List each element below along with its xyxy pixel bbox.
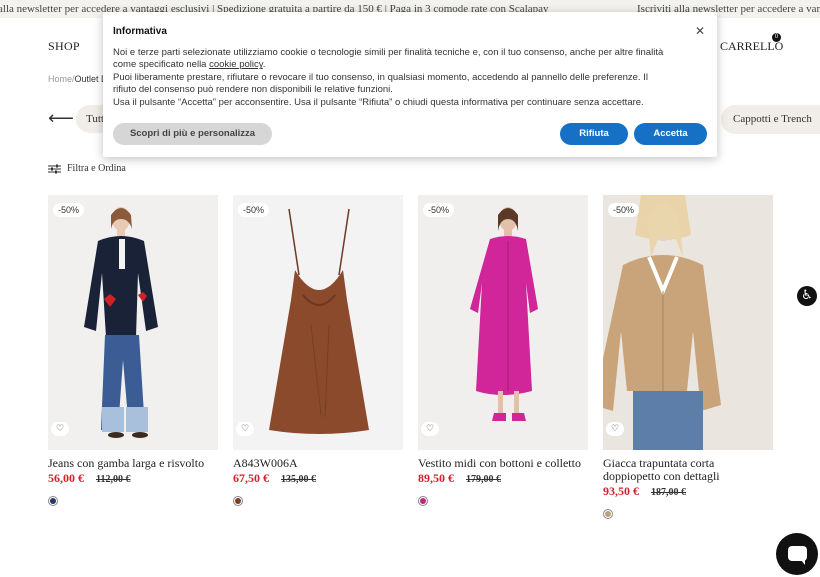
cookie-consent-dialog: Informativa ✕ Noi e terze parti selezion… <box>103 12 717 157</box>
product-name[interactable]: A843W006A <box>233 457 403 470</box>
product-card[interactable]: -50% ♡ Giacca trapuntata corta doppiopet… <box>603 195 773 519</box>
sale-price: 67,50 € <box>233 471 269 485</box>
original-price: 135,00 € <box>281 474 316 485</box>
product-prices: 93,50 € 187,00 € <box>603 484 773 499</box>
breadcrumb-home[interactable]: Home <box>48 74 72 84</box>
product-name[interactable]: Giacca trapuntata corta doppiopetto con … <box>603 457 773 483</box>
heart-icon[interactable]: ♡ <box>51 422 69 436</box>
shop-menu-link[interactable]: SHOP <box>48 39 80 54</box>
cookie-policy-link[interactable]: cookie policy <box>209 59 263 70</box>
breadcrumb: Home/Outlet D <box>48 74 108 84</box>
color-swatch[interactable] <box>418 496 428 506</box>
product-prices: 56,00 € 112,00 € <box>48 471 218 486</box>
cookie-dialog-title: Informativa <box>113 26 167 37</box>
cookie-text-line3: Usa il pulsante “Accetta” per acconsenti… <box>113 96 644 108</box>
product-image[interactable]: -50% ♡ <box>603 195 773 450</box>
product-image[interactable]: -50% ♡ <box>233 195 403 450</box>
product-image[interactable]: -50% ♡ <box>418 195 588 450</box>
sale-price: 93,50 € <box>603 484 639 498</box>
cookie-text-line2: Puoi liberamente prestare, rifiutare o r… <box>113 71 648 96</box>
product-photo-dress <box>269 208 369 434</box>
product-photo-jeans <box>84 207 158 438</box>
discount-badge: -50% <box>53 203 85 217</box>
product-name[interactable]: Vestito midi con bottoni e colletto <box>418 457 588 470</box>
close-icon[interactable]: ✕ <box>695 24 705 38</box>
reject-button[interactable]: Rifiuta <box>560 123 628 145</box>
product-prices: 67,50 € 135,00 € <box>233 471 403 486</box>
cookie-text-line1-end: . <box>262 59 266 71</box>
chat-button[interactable] <box>776 533 818 575</box>
discount-badge: -50% <box>608 203 640 217</box>
product-photo-pink-dress <box>470 207 538 421</box>
original-price: 179,00 € <box>466 474 501 485</box>
heart-icon[interactable]: ♡ <box>606 422 624 436</box>
accessibility-icon[interactable]: ♿ <box>797 286 817 306</box>
filter-sort-button[interactable]: Filtra e Ordina <box>48 163 126 174</box>
product-image[interactable]: -50% ♡ <box>48 195 218 450</box>
sale-price: 56,00 € <box>48 471 84 485</box>
color-swatch[interactable] <box>233 496 243 506</box>
product-card[interactable]: -50% ♡ Vestito midi con bottoni e collet… <box>418 195 588 506</box>
product-card[interactable]: -50% ♡ A843W006A 67,50 € 135,00 € <box>233 195 403 506</box>
heart-icon[interactable]: ♡ <box>236 422 254 436</box>
heart-icon[interactable]: ♡ <box>421 422 439 436</box>
product-name[interactable]: Jeans con gamba larga e risvolto <box>48 457 218 470</box>
discount-badge: -50% <box>238 203 270 217</box>
chat-bubble-icon <box>788 546 807 565</box>
cookie-text-line1: Noi e terze parti selezionate utilizziam… <box>113 47 664 71</box>
cart-count-badge: 0 <box>772 33 781 42</box>
original-price: 112,00 € <box>96 474 131 485</box>
sale-price: 89,50 € <box>418 471 454 485</box>
filter-sort-label: Filtra e Ordina <box>67 163 126 174</box>
color-swatch[interactable] <box>603 509 613 519</box>
product-prices: 89,50 € 179,00 € <box>418 471 588 486</box>
product-card[interactable]: -50% ♡ Jeans con gamba larga e risvolto … <box>48 195 218 506</box>
product-photo-jacket <box>603 195 721 450</box>
original-price: 187,00 € <box>651 487 686 498</box>
discount-badge: -50% <box>423 203 455 217</box>
category-chip-coats[interactable]: Cappotti e Trench <box>721 105 820 134</box>
accept-button[interactable]: Accetta <box>634 123 707 145</box>
customize-button[interactable]: Scopri di più e personalizza <box>113 123 272 145</box>
filter-sliders-icon <box>48 164 61 173</box>
color-swatch[interactable] <box>48 496 58 506</box>
arrow-left-icon[interactable]: ⟵ <box>48 109 74 131</box>
cookie-dialog-text: Noi e terze parti selezionate utilizziam… <box>113 47 673 109</box>
